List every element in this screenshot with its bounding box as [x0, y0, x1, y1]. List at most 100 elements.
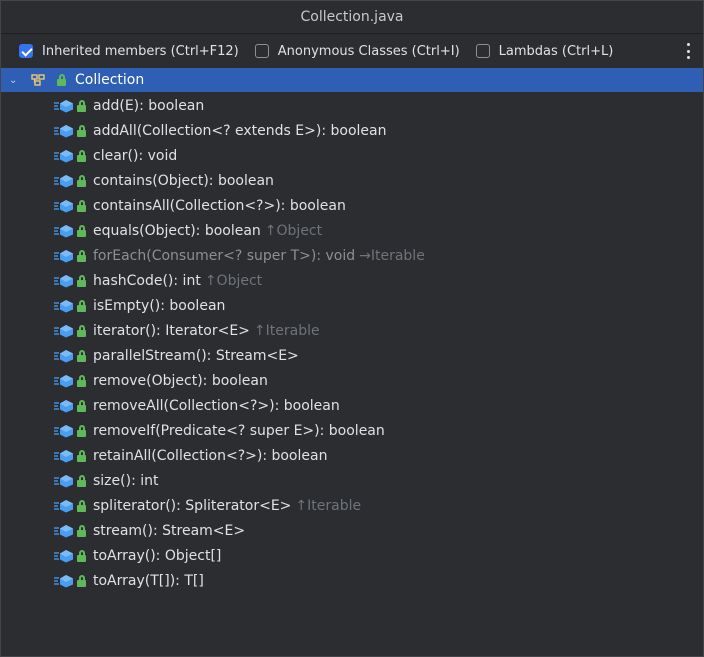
- method-icon: [53, 474, 75, 488]
- checkbox-unchecked[interactable]: [475, 44, 490, 58]
- public-lock-icon: [75, 149, 89, 163]
- member-signature: toArray(T[]): T[]: [93, 572, 204, 589]
- method-icon: [53, 174, 75, 188]
- tree-member-row[interactable]: add(E): boolean: [1, 93, 703, 118]
- public-lock-icon: [75, 449, 89, 463]
- tree-member-row[interactable]: parallelStream(): Stream<E>: [1, 343, 703, 368]
- tree-root-label: Collection: [75, 72, 145, 88]
- method-icon: [53, 324, 75, 338]
- structure-popup: Collection.java Inherited members (Ctrl+…: [0, 0, 704, 657]
- public-lock-icon: [75, 124, 89, 138]
- public-lock-icon: [75, 524, 89, 538]
- member-signature: equals(Object): boolean: [93, 222, 261, 239]
- inherited-from-label: ↑Object: [204, 272, 263, 289]
- member-signature: addAll(Collection<? extends E>): boolean: [93, 122, 387, 139]
- inherited-members-checkbox[interactable]: Inherited members (Ctrl+F12): [19, 44, 239, 59]
- method-icon: [53, 199, 75, 213]
- tree-member-row[interactable]: iterator(): Iterator<E> ↑Iterable: [1, 318, 703, 343]
- method-icon: [53, 549, 75, 563]
- member-signature: hashCode(): int: [93, 272, 201, 289]
- public-lock-icon: [75, 374, 89, 388]
- public-lock-icon: [75, 274, 89, 288]
- method-icon: [53, 349, 75, 363]
- inherited-from-label: →Iterable: [359, 247, 425, 264]
- member-signature: forEach(Consumer<? super T>): void: [93, 247, 356, 264]
- member-signature: contains(Object): boolean: [93, 172, 274, 189]
- checkbox-label: Anonymous Classes (Ctrl+I): [277, 43, 460, 59]
- member-signature: retainAll(Collection<?>): boolean: [93, 447, 328, 464]
- member-signature: add(E): boolean: [93, 97, 205, 114]
- method-icon: [53, 374, 75, 388]
- anonymous-classes-checkbox[interactable]: Anonymous Classes (Ctrl+I): [254, 43, 460, 59]
- tree-member-row[interactable]: addAll(Collection<? extends E>): boolean: [1, 118, 703, 143]
- public-lock-icon: [75, 324, 89, 338]
- lambdas-checkbox[interactable]: Lambdas (Ctrl+L): [475, 43, 614, 59]
- method-icon: [53, 299, 75, 313]
- method-icon: [53, 149, 75, 163]
- public-lock-icon: [75, 549, 89, 563]
- checkbox-label: Inherited members (Ctrl+F12): [42, 43, 239, 59]
- tree-member-row[interactable]: stream(): Stream<E>: [1, 518, 703, 543]
- popup-title: Collection.java: [1, 1, 703, 34]
- method-icon: [53, 249, 75, 263]
- tree-member-row[interactable]: toArray(): Object[]: [1, 543, 703, 568]
- tree-member-row[interactable]: equals(Object): boolean ↑Object: [1, 218, 703, 243]
- tree-member-row[interactable]: containsAll(Collection<?>): boolean: [1, 193, 703, 218]
- public-lock-icon: [75, 349, 89, 363]
- tree-member-row[interactable]: removeIf(Predicate<? super E>): boolean: [1, 418, 703, 443]
- tree-member-row[interactable]: isEmpty(): boolean: [1, 293, 703, 318]
- method-icon: [53, 224, 75, 238]
- tree-member-row[interactable]: retainAll(Collection<?>): boolean: [1, 443, 703, 468]
- method-icon: [53, 274, 75, 288]
- method-icon: [53, 124, 75, 138]
- method-icon: [53, 399, 75, 413]
- public-lock-icon: [75, 474, 89, 488]
- public-lock-icon: [55, 73, 69, 87]
- member-signature: removeIf(Predicate<? super E>): boolean: [93, 422, 385, 439]
- member-signature: remove(Object): boolean: [93, 372, 268, 389]
- member-signature: clear(): void: [93, 147, 178, 164]
- member-signature: parallelStream(): Stream<E>: [93, 347, 299, 364]
- member-signature: toArray(): Object[]: [93, 547, 222, 564]
- chevron-down-icon[interactable]: ⌄: [9, 75, 23, 86]
- method-icon: [53, 499, 75, 513]
- member-signature: size(): int: [93, 472, 159, 489]
- member-signature: removeAll(Collection<?>): boolean: [93, 397, 340, 414]
- method-icon: [53, 524, 75, 538]
- checkbox-unchecked[interactable]: [254, 44, 269, 58]
- member-signature: iterator(): Iterator<E>: [93, 322, 250, 339]
- tree-member-row[interactable]: size(): int: [1, 468, 703, 493]
- public-lock-icon: [75, 199, 89, 213]
- method-icon: [53, 449, 75, 463]
- tree-member-row[interactable]: clear(): void: [1, 143, 703, 168]
- tree-member-row[interactable]: spliterator(): Spliterator<E> ↑Iterable: [1, 493, 703, 518]
- more-vertical-icon[interactable]: [685, 43, 691, 59]
- public-lock-icon: [75, 399, 89, 413]
- tree-member-row[interactable]: toArray(T[]): T[]: [1, 568, 703, 593]
- public-lock-icon: [75, 174, 89, 188]
- public-lock-icon: [75, 574, 89, 588]
- public-lock-icon: [75, 249, 89, 263]
- method-icon: [53, 424, 75, 438]
- filter-toolbar: Inherited members (Ctrl+F12) Anonymous C…: [1, 34, 703, 68]
- checkbox-label: Lambdas (Ctrl+L): [498, 43, 614, 59]
- inherited-from-label: ↑Iterable: [253, 322, 320, 339]
- method-icon: [53, 99, 75, 113]
- public-lock-icon: [75, 499, 89, 513]
- tree-member-row[interactable]: hashCode(): int ↑Object: [1, 268, 703, 293]
- method-icon: [53, 574, 75, 588]
- public-lock-icon: [75, 224, 89, 238]
- tree-member-row[interactable]: removeAll(Collection<?>): boolean: [1, 393, 703, 418]
- interface-icon: [31, 72, 53, 88]
- tree-member-row[interactable]: remove(Object): boolean: [1, 368, 703, 393]
- checkbox-checked[interactable]: [19, 44, 33, 58]
- tree-root-collection[interactable]: ⌄ Collection: [1, 68, 703, 92]
- public-lock-icon: [75, 99, 89, 113]
- tree-member-row[interactable]: forEach(Consumer<? super T>): void →Itera…: [1, 243, 703, 268]
- member-signature: containsAll(Collection<?>): boolean: [93, 197, 346, 214]
- member-signature: stream(): Stream<E>: [93, 522, 246, 539]
- structure-tree: ⌄ Collection add(E): boolean addAll(Colle…: [1, 68, 703, 593]
- inherited-from-label: ↑Object: [264, 222, 323, 239]
- tree-member-row[interactable]: contains(Object): boolean: [1, 168, 703, 193]
- member-signature: isEmpty(): boolean: [93, 297, 226, 314]
